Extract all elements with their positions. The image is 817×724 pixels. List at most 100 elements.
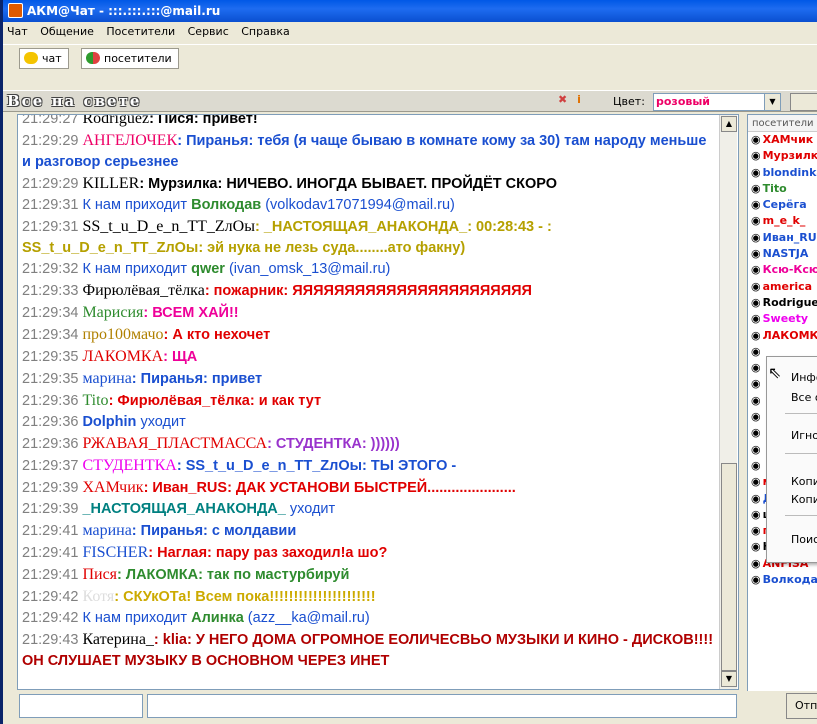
message-text: : SS_t_u_D_e_n_TT_ZлOы: ТЫ ЭТОГО - — [176, 458, 457, 474]
system-nick[interactable]: _НАСТОЯЩАЯ_АНАКОНДА_ — [82, 501, 285, 517]
chat-message: 21:29:29 KILLER: Мурзилка: НИЧЕВО. ИНОГДА… — [22, 173, 719, 195]
ctx-separator — [785, 453, 817, 454]
message-nick[interactable]: Пися — [82, 566, 117, 583]
visitor-item[interactable]: ◉blondinka — [748, 165, 817, 181]
chat-message: 21:29:43 Катерина_: klia: У НЕГО ДОМА ОГР… — [22, 629, 719, 672]
visitor-item[interactable]: ◉ NASTJA — [748, 246, 817, 262]
visitor-item[interactable]: ◉Волкодав — [748, 572, 817, 588]
ctx-item-copy-2[interactable]: Копи — [791, 493, 817, 506]
eye-icon: ◉ — [751, 295, 761, 309]
message-text: : Фирюлёвая_тёлка: и как тут — [108, 393, 322, 409]
visitor-item[interactable]: ◉ Tito — [748, 181, 817, 197]
scroll-up-button[interactable]: ▲ — [721, 116, 737, 132]
message-nick[interactable]: Катерина_ — [82, 631, 153, 648]
system-nick[interactable]: Алинка — [191, 610, 244, 626]
recipient-input[interactable] — [19, 694, 143, 718]
message-nick[interactable]: про100мачо — [82, 326, 163, 343]
menu-chat[interactable]: Чат — [7, 25, 28, 38]
visitor-item[interactable]: ◉ ХАМчик — [748, 132, 817, 148]
message-nick[interactable]: Котя — [82, 588, 114, 605]
visitor-item[interactable]: ◉ЛАКОМКА — [748, 328, 817, 344]
message-nick[interactable]: ЛАКОМКА — [82, 348, 163, 365]
chat-message: 21:29:35 ЛАКОМКА: ЩА — [22, 346, 719, 368]
message-nick[interactable]: SS_t_u_D_e_n_TT_ZлOы — [82, 218, 255, 235]
visitor-name: blondinka — [762, 165, 817, 179]
color-value: розовый — [656, 95, 710, 108]
scroll-down-button[interactable]: ▼ — [721, 671, 737, 687]
visitor-name: Sweety — [762, 312, 809, 326]
ctx-item-info[interactable]: Инфо — [791, 371, 817, 384]
system-nick[interactable]: Волкодав — [191, 197, 261, 213]
chat-message: 21:29:36 Tito: Фирюлёвая_тёлка: и как тут — [22, 390, 719, 412]
visitor-name: Волкодав — [762, 573, 817, 587]
visitor-item[interactable]: ◉ america — [748, 279, 817, 295]
menu-communication[interactable]: Общение — [40, 25, 94, 38]
message-nick[interactable]: марина — [82, 522, 131, 539]
scroll-thumb[interactable] — [721, 463, 737, 671]
visitor-item[interactable]: ◉ Ксю-Ксю — [748, 262, 817, 278]
visitor-item[interactable]: ◉ Sweety — [748, 311, 817, 327]
eye-icon: ◉ — [751, 263, 761, 277]
message-nick[interactable]: Rodriguez — [82, 115, 149, 127]
ctx-item-about[interactable]: Все о — [791, 391, 817, 404]
message-time: 21:29:36 — [22, 393, 79, 409]
eye-icon: ◉ — [751, 458, 761, 472]
ctx-separator — [785, 515, 817, 516]
send-button[interactable]: Отп — [786, 693, 817, 719]
menu-help[interactable]: Справка — [241, 25, 289, 38]
chat-log[interactable]: 21:29:27 Rodriguez: Пися: привет! 21:29:29… — [17, 114, 739, 690]
message-time: 21:29:35 — [22, 349, 79, 365]
message-nick[interactable]: ХАМчик — [82, 479, 143, 496]
visitor-name: Мурзилка — [762, 149, 817, 163]
message-text: : ЩА — [163, 349, 198, 365]
message-nick[interactable]: РЖАВАЯ_ПЛАСТМАССА — [82, 435, 267, 452]
visitor-item[interactable]: ◉Иван_RUS — [748, 230, 817, 246]
message-nick[interactable]: СТУДЕНТКА — [82, 457, 176, 474]
visitor-name: Ксю-Ксю — [762, 263, 817, 277]
message-time: 21:29:43 — [22, 632, 79, 648]
visitor-name: Серёга — [762, 198, 807, 212]
chat-tab-button[interactable]: чат — [19, 48, 69, 69]
menu-service[interactable]: Сервис — [188, 25, 229, 38]
visitor-item[interactable]: ◉Мурзилка — [748, 148, 817, 164]
message-nick[interactable]: FISCHER — [82, 544, 148, 561]
room-button[interactable] — [790, 93, 817, 111]
visitor-name: ХАМчик — [762, 133, 814, 146]
chat-scrollbar[interactable]: ▲ ▼ — [719, 115, 737, 689]
message-time: 21:29:29 — [22, 176, 79, 192]
menu-visitors[interactable]: Посетители — [106, 25, 175, 38]
message-nick[interactable]: марина — [82, 370, 131, 387]
ctx-item-search[interactable]: Поис — [791, 533, 817, 546]
info-icon[interactable]: i — [577, 93, 581, 106]
visitor-item[interactable]: ◉ m_e_k_ — [748, 213, 817, 229]
eye-icon: ◉ — [751, 361, 761, 375]
message-text: : Мурзилка: НИЧЕВО. ИНОГДА БЫВАЕТ. ПРОЙД… — [139, 176, 558, 192]
chat-message: 21:29:34 про100мачо: А кто нехочет — [22, 324, 719, 346]
chat-message: 21:29:36 Dolphin уходит — [22, 412, 719, 433]
message-nick[interactable]: АНГЕЛОЧЕК — [82, 132, 177, 149]
message-input[interactable] — [147, 694, 737, 718]
system-nick[interactable]: Dolphin — [82, 414, 136, 430]
visitor-item[interactable]: ◉ Серёга — [748, 197, 817, 213]
tools-icon[interactable]: ✖ — [558, 93, 567, 106]
chevron-down-icon[interactable]: ▼ — [764, 94, 780, 110]
message-text: : Наглая: пару раз заходил!а шо? — [148, 545, 388, 561]
message-time: 21:29:31 — [22, 197, 79, 213]
system-nick[interactable]: qwer — [191, 261, 225, 277]
eye-icon: ◉ — [751, 149, 761, 163]
visitor-item[interactable]: ◉Rodriguez — [748, 295, 817, 311]
message-time: 21:29:41 — [22, 545, 79, 561]
title-bar[interactable]: АКМ@Чат - :::.:::.:::@mail.ru — [3, 0, 817, 22]
room-bar: Все на свете ✖ i Цвет: розовый ▼ — [3, 90, 817, 112]
message-nick[interactable]: Tito — [82, 392, 108, 409]
message-nick[interactable]: Марисия — [82, 304, 143, 321]
message-nick[interactable]: Фирюлёвая_тёлка — [82, 282, 204, 299]
users-icon — [86, 52, 100, 64]
message-nick[interactable]: KILLER — [82, 175, 139, 192]
ctx-item-ignore[interactable]: Игно — [791, 429, 817, 442]
message-text: : ЛАКОМКА: так по мастурбируй — [117, 567, 350, 583]
eye-icon: ◉ — [751, 507, 761, 521]
ctx-item-copy-1[interactable]: Копи — [791, 475, 817, 488]
visitors-tab-button[interactable]: посетители — [81, 48, 179, 69]
color-select[interactable]: розовый ▼ — [653, 93, 781, 111]
